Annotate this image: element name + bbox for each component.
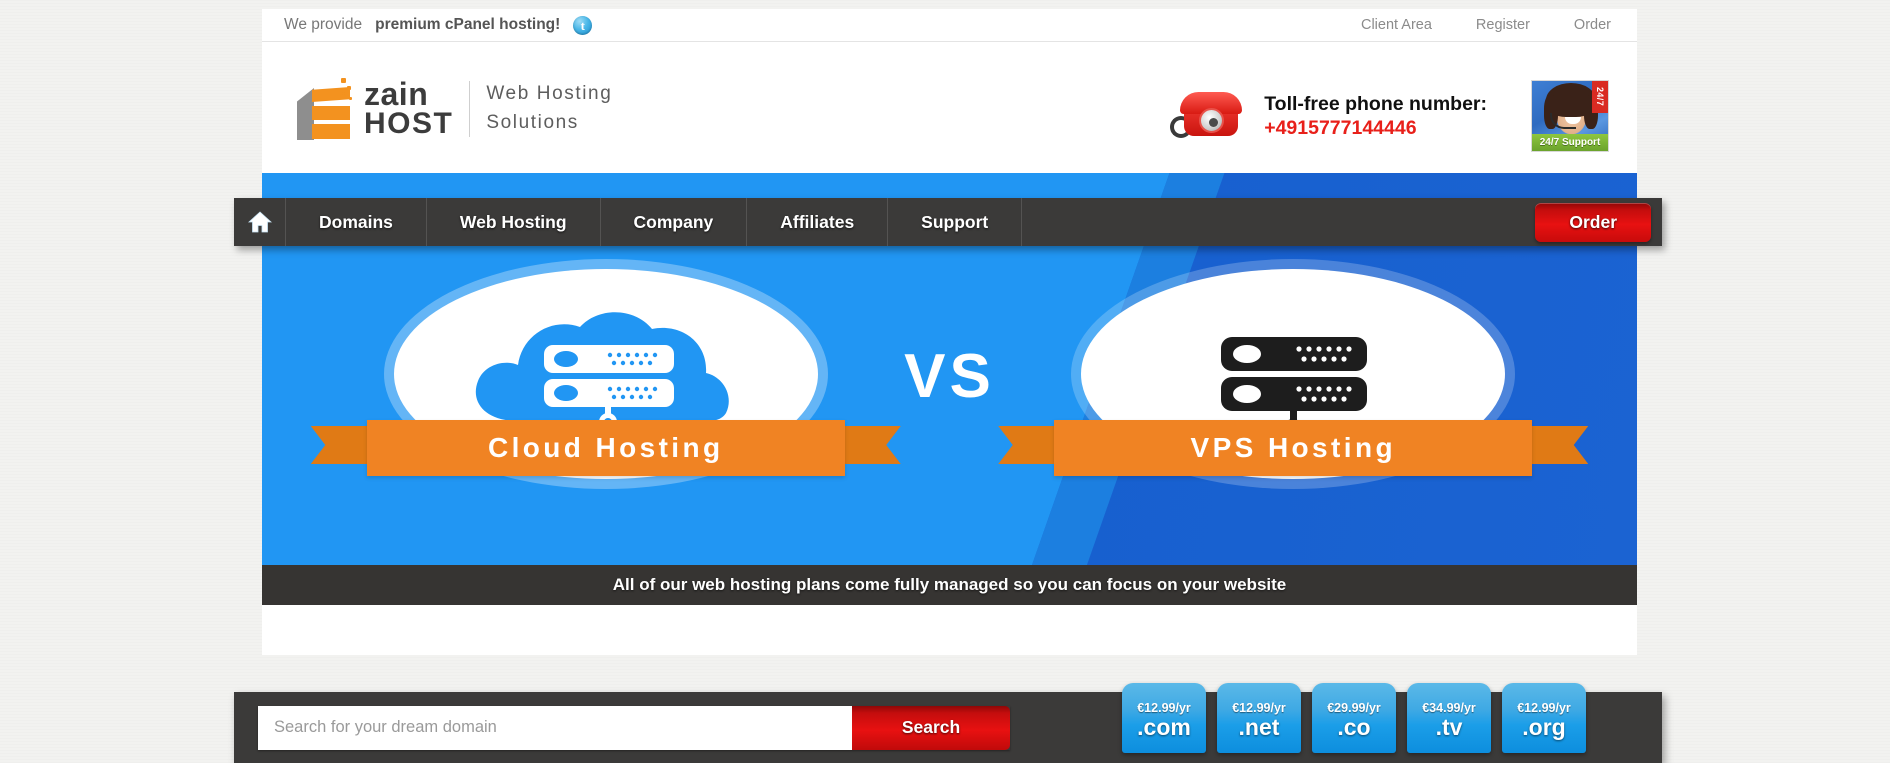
tld-name: .org [1522, 714, 1566, 740]
announcement-highlight: premium cPanel hosting! [375, 16, 561, 33]
tld-card-tv[interactable]: €34.99/yr .tv [1407, 683, 1491, 753]
support-corner-label: 24/7 [1592, 81, 1608, 113]
logo-line-2: HOST [364, 106, 454, 140]
tld-name: .tv [1435, 714, 1463, 740]
nav-item-affiliates[interactable]: Affiliates [747, 198, 889, 246]
site-header: zain HOST Web Hosting Solutions Toll-fre… [262, 42, 1637, 173]
tld-name: .net [1238, 714, 1280, 740]
announcement-prefix: We provide [284, 16, 363, 33]
telephone-icon [1170, 86, 1248, 146]
tld-price: €34.99/yr [1422, 701, 1476, 715]
main-navigation: Domains Web Hosting Company Affiliates S… [234, 198, 1662, 246]
domain-search-group: Search [258, 705, 1010, 750]
tld-card-net[interactable]: €12.99/yr .net [1217, 683, 1301, 753]
tld-name: .com [1137, 714, 1191, 740]
tld-price: €12.99/yr [1232, 701, 1286, 715]
tld-price: €12.99/yr [1517, 701, 1571, 715]
phone-label: Toll-free phone number: [1264, 92, 1487, 115]
top-links: Client Area Register Order [1361, 17, 1611, 33]
support-badge[interactable]: 24/7 24/7 Support [1531, 80, 1609, 152]
cloud-hosting-ribbon: Cloud Hosting [310, 420, 901, 476]
logo-divider [469, 80, 471, 137]
search-input[interactable] [258, 705, 852, 750]
order-button[interactable]: Order [1535, 202, 1651, 242]
phone-number[interactable]: +4915777144446 [1264, 116, 1487, 140]
link-order[interactable]: Order [1574, 17, 1611, 33]
content-gap [262, 605, 1637, 655]
versus-label: VS [904, 342, 995, 411]
home-icon [247, 211, 272, 233]
nav-order-cell: Order [1535, 198, 1662, 246]
tld-card-org[interactable]: €12.99/yr .org [1502, 683, 1586, 753]
nav-item-domains[interactable]: Domains [286, 198, 427, 246]
link-client-area[interactable]: Client Area [1361, 17, 1432, 33]
link-register[interactable]: Register [1476, 17, 1530, 33]
site-container: We provide premium cPanel hosting! t Cli… [262, 9, 1637, 655]
logo-tagline: Web Hosting Solutions [486, 80, 612, 137]
tld-card-com[interactable]: €12.99/yr .com [1122, 683, 1206, 753]
logo-wordmark: zain HOST [364, 76, 454, 140]
domain-search-section: Search €12.99/yr .com €12.99/yr .net €29… [234, 683, 1662, 763]
tld-name: .co [1337, 714, 1371, 740]
announcement-text: We provide premium cPanel hosting! t [284, 15, 593, 35]
tld-price-list: €12.99/yr .com €12.99/yr .net €29.99/yr … [1122, 683, 1586, 753]
tld-card-co[interactable]: €29.99/yr .co [1312, 683, 1396, 753]
nav-item-company[interactable]: Company [601, 198, 748, 246]
search-button[interactable]: Search [852, 705, 1010, 750]
tld-price: €29.99/yr [1327, 701, 1381, 715]
hero-caption-bar: All of our web hosting plans come fully … [262, 565, 1637, 605]
nav-item-web-hosting[interactable]: Web Hosting [427, 198, 601, 246]
tld-price: €12.99/yr [1137, 701, 1191, 715]
logo-line-1: zain [364, 76, 429, 113]
vps-hosting-ribbon: VPS Hosting [998, 420, 1589, 476]
top-announcement-bar: We provide premium cPanel hosting! t Cli… [262, 9, 1637, 42]
vps-hosting-label: VPS Hosting [1054, 420, 1533, 476]
logo-building-icon [297, 78, 353, 140]
nav-home-button[interactable] [234, 198, 286, 246]
nav-item-support[interactable]: Support [888, 198, 1023, 246]
site-logo[interactable]: zain HOST Web Hosting Solutions [297, 78, 612, 140]
logo-tagline-line-1: Web Hosting [486, 83, 613, 105]
logo-tagline-line-2: Solutions [486, 111, 579, 133]
twitter-icon[interactable]: t [573, 15, 593, 35]
cloud-hosting-label: Cloud Hosting [366, 420, 845, 476]
support-badge-caption: 24/7 Support [1532, 134, 1608, 151]
phone-block: Toll-free phone number: +4915777144446 [1170, 86, 1487, 146]
